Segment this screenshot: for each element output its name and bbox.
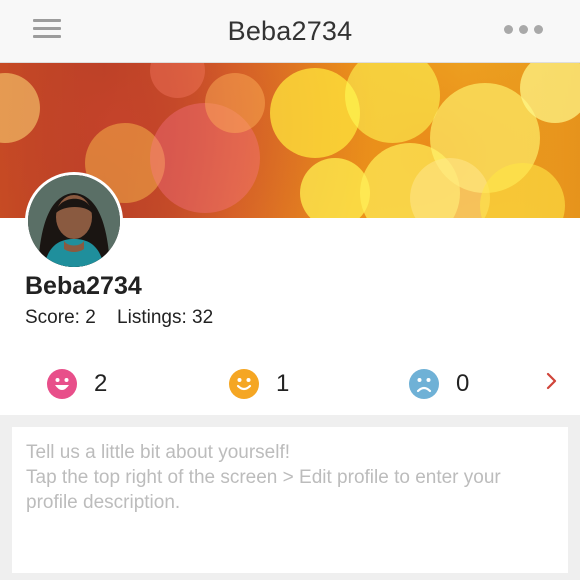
- top-navigation-bar: Beba2734: [0, 0, 580, 63]
- avatar[interactable]: [25, 172, 123, 270]
- listings-text: Listings: 32: [117, 307, 214, 328]
- positive-count: 2: [94, 370, 108, 397]
- chevron-right-icon[interactable]: [546, 372, 558, 390]
- ratings-row[interactable]: 2 1 0: [0, 356, 580, 411]
- profile-stats: Score: 2 Listings: 32: [25, 307, 229, 329]
- neutral-rating[interactable]: 1: [229, 368, 289, 400]
- score-text: Score: 2: [25, 307, 96, 328]
- more-dots-icon[interactable]: [504, 25, 544, 35]
- positive-rating[interactable]: 2: [47, 368, 107, 400]
- smile-face-icon: [229, 369, 259, 399]
- profile-description-placeholder: Tell us a little bit about yourself! Tap…: [26, 442, 501, 513]
- happy-face-icon: [47, 369, 77, 399]
- negative-count: 0: [456, 370, 470, 397]
- neutral-count: 1: [276, 370, 290, 397]
- avatar-photo: [28, 175, 120, 267]
- negative-rating[interactable]: 0: [409, 368, 469, 400]
- sad-face-icon: [409, 369, 439, 399]
- page-title: Beba2734: [227, 16, 353, 46]
- profile-description-box[interactable]: Tell us a little bit about yourself! Tap…: [12, 427, 568, 573]
- about-section: Tell us a little bit about yourself! Tap…: [0, 415, 580, 580]
- profile-username: Beba2734: [25, 272, 142, 300]
